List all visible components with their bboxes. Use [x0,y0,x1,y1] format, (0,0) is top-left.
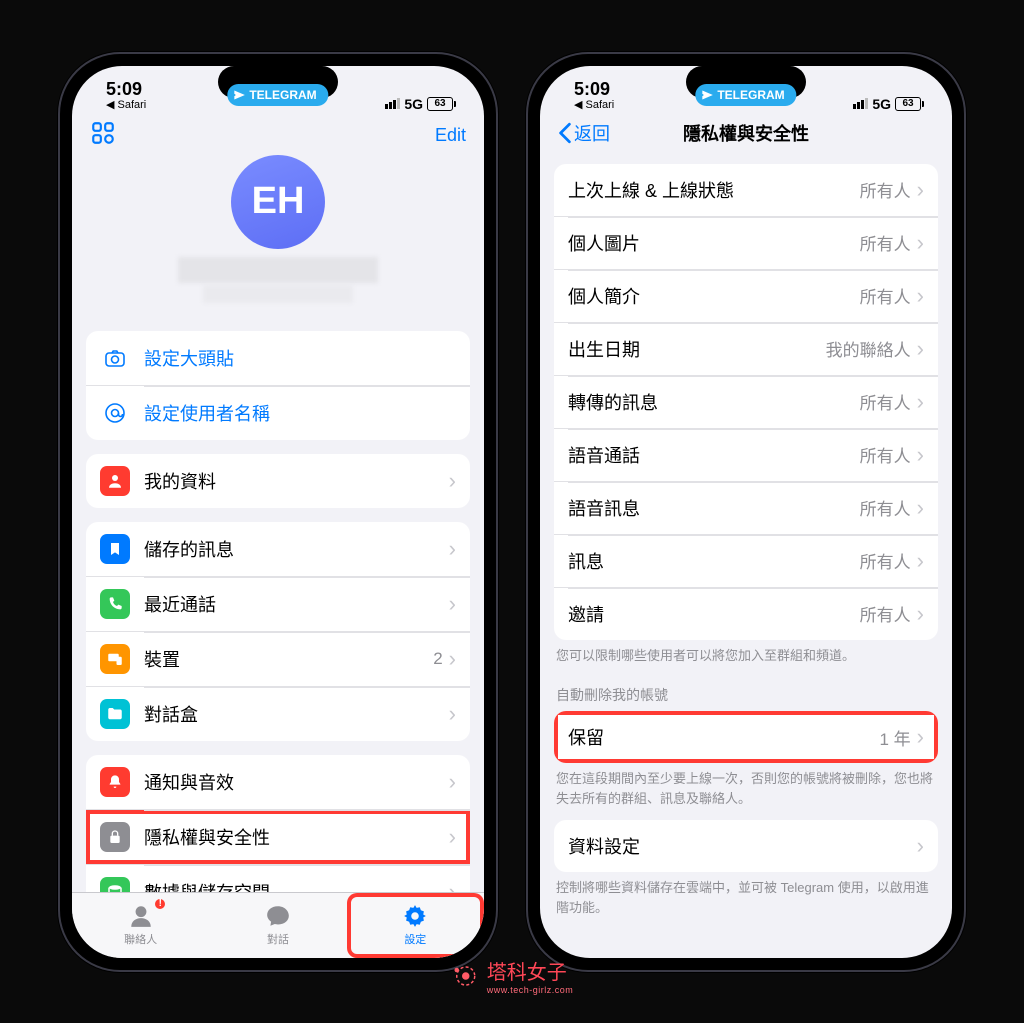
data-settings-row[interactable]: 資料設定› [554,820,938,872]
status-right: 5G 63 [853,96,924,112]
left-phone: TELEGRAM 5:09 ◀ Safari 5G 63 Edit EH [58,52,498,972]
storage-icon [100,877,130,892]
network-label: 5G [404,96,423,112]
chevron-right-icon: › [917,603,924,625]
profile-phone-blurred [203,285,353,303]
right-screen: TELEGRAM 5:09 ◀ Safari 5G 63 返回 隱私權與安全性 [540,66,952,958]
chevron-right-icon: › [917,550,924,572]
avatar[interactable]: EH [231,155,325,249]
chevron-right-icon: › [449,538,456,560]
left-screen: TELEGRAM 5:09 ◀ Safari 5G 63 Edit EH [72,66,484,958]
tab-bar: ! 聯絡人 對話 設定 [72,892,484,958]
birthday-row[interactable]: 出生日期我的聯絡人› [554,322,938,375]
nav-bar: Edit [72,114,484,153]
data-settings-footer: 控制將哪些資料儲存在雲端中，並可被 Telegram 使用，以啟用進階功能。 [540,872,952,921]
devices-icon [100,644,130,674]
profile-name-blurred [178,257,378,283]
chevron-right-icon: › [449,703,456,725]
last-seen-row[interactable]: 上次上線 & 上線狀態所有人› [554,164,938,216]
bookmark-icon [100,534,130,564]
badge-icon: ! [153,897,167,911]
watermark-icon [451,961,481,991]
invites-row[interactable]: 邀請所有人› [554,587,938,640]
chevron-right-icon: › [917,497,924,519]
saved-messages-row[interactable]: 儲存的訊息 › [86,522,470,576]
chevron-right-icon: › [449,881,456,892]
messages-row[interactable]: 訊息所有人› [554,534,938,587]
dynamic-island-app-pill[interactable]: TELEGRAM [227,84,328,106]
chevron-right-icon: › [917,338,924,360]
set-username-row[interactable]: 設定使用者名稱 [86,385,470,440]
lock-icon [100,822,130,852]
devices-row[interactable]: 裝置 2 › [86,631,470,686]
privacy-group: 上次上線 & 上線狀態所有人› 個人圖片所有人› 個人簡介所有人› 出生日期我的… [554,164,938,640]
settings-content: EH 設定大頭貼 設定使用者名稱 我的資料 › [72,153,484,892]
data-storage-row[interactable]: 數據與儲存空間 › [86,864,470,892]
auto-delete-header: 自動刪除我的帳號 [540,669,952,711]
tab-contacts[interactable]: ! 聯絡人 [72,893,209,958]
data-settings-group: 資料設定› [554,820,938,872]
nav-bar: 返回 隱私權與安全性 [540,114,952,156]
status-time: 5:09 [574,80,614,99]
auto-delete-group: 保留1 年› [554,711,938,763]
profile-photo-row[interactable]: 個人圖片所有人› [554,216,938,269]
settings-group: 通知與音效 › 隱私權與安全性 › 數據與儲存空間 › [86,755,470,892]
qr-button[interactable] [90,120,116,151]
chevron-right-icon: › [917,232,924,254]
chevron-right-icon: › [917,835,924,857]
chevron-right-icon: › [449,648,456,670]
back-button[interactable]: 返回 [558,120,610,146]
watermark: 塔科女子 www.tech-girlz.com [451,956,574,995]
folder-icon [100,699,130,729]
calls-row[interactable]: 語音通話所有人› [554,428,938,481]
my-profile-group: 我的資料 › [86,454,470,508]
keep-row[interactable]: 保留1 年› [554,711,938,763]
phone-icon [100,589,130,619]
back-to-app[interactable]: ◀ Safari [106,100,146,112]
person-icon [100,466,130,496]
status-time: 5:09 [106,80,146,99]
bio-row[interactable]: 個人簡介所有人› [554,269,938,322]
tab-chats[interactable]: 對話 [209,893,346,958]
signal-icon [385,98,400,109]
privacy-security-row[interactable]: 隱私權與安全性 › [86,809,470,864]
set-photo-row[interactable]: 設定大頭貼 [86,331,470,385]
recent-calls-row[interactable]: 最近通話 › [86,576,470,631]
at-icon [100,398,130,428]
chat-folders-row[interactable]: 對話盒 › [86,686,470,741]
dynamic-island-app-pill[interactable]: TELEGRAM [695,84,796,106]
status-right: 5G 63 [385,96,456,112]
chevron-right-icon: › [449,771,456,793]
chevron-right-icon: › [917,391,924,413]
privacy-footer: 您可以限制哪些使用者可以將您加入至群組和頻道。 [540,640,952,670]
bell-icon [100,767,130,797]
general-group: 儲存的訊息 › 最近通話 › 裝置 2 › 對話盒 › [86,522,470,741]
chevron-right-icon: › [917,285,924,307]
profile-header: EH [86,153,470,317]
right-phone: TELEGRAM 5:09 ◀ Safari 5G 63 返回 隱私權與安全性 [526,52,966,972]
edit-button[interactable]: Edit [435,125,466,146]
voice-messages-row[interactable]: 語音訊息所有人› [554,481,938,534]
chevron-right-icon: › [449,826,456,848]
privacy-content: 上次上線 & 上線狀態所有人› 個人圖片所有人› 個人簡介所有人› 出生日期我的… [540,156,952,958]
chevron-right-icon: › [449,593,456,615]
camera-icon [100,343,130,373]
chevron-right-icon: › [449,470,456,492]
chevron-right-icon: › [917,179,924,201]
page-title: 隱私權與安全性 [683,120,809,146]
auto-delete-footer: 您在這段期間內至少要上線一次，否則您的帳號將被刪除，您也將失去所有的群組、訊息及… [540,763,952,812]
tab-settings[interactable]: 設定 [347,893,484,958]
signal-icon [853,98,868,109]
chevron-right-icon: › [917,444,924,466]
forwarded-row[interactable]: 轉傳的訊息所有人› [554,375,938,428]
chevron-right-icon: › [917,726,924,748]
battery-icon: 63 [427,97,456,111]
network-label: 5G [872,96,891,112]
notifications-row[interactable]: 通知與音效 › [86,755,470,809]
battery-icon: 63 [895,97,924,111]
profile-links-group: 設定大頭貼 設定使用者名稱 [86,331,470,440]
my-profile-row[interactable]: 我的資料 › [86,454,470,508]
back-to-app[interactable]: ◀ Safari [574,100,614,112]
